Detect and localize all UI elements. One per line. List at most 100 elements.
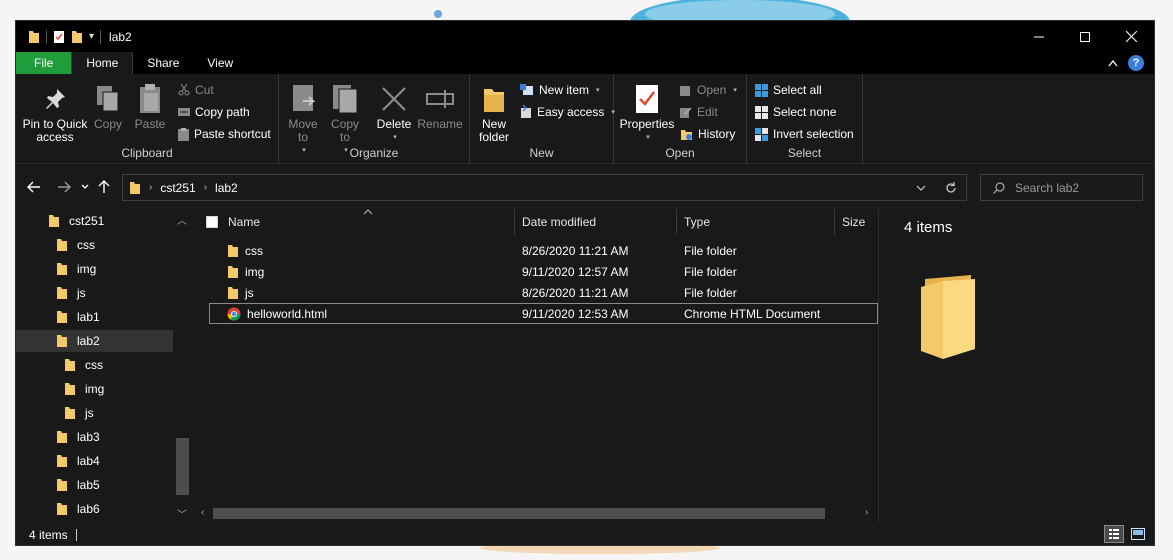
address-dropdown-button[interactable] — [906, 185, 936, 191]
column-header-name[interactable]: Name — [221, 209, 515, 235]
column-header-size[interactable]: Size — [835, 209, 878, 235]
breadcrumb-cst251[interactable]: cst251 — [160, 181, 195, 195]
tree-item-label: css — [77, 238, 95, 252]
recent-locations-button[interactable] — [78, 173, 92, 201]
tree-item-lab3[interactable]: lab3 — [56, 426, 100, 448]
search-icon — [993, 181, 1005, 194]
clipboard-group: Pin to Quick access Copy Paste Cut Copy … — [16, 74, 279, 164]
tree-item-lab6[interactable]: lab6 — [56, 498, 100, 520]
tree-item-lab1[interactable]: lab1 — [56, 306, 100, 328]
paste-shortcut-button[interactable]: Paste shortcut — [178, 125, 271, 143]
toolbar-divider — [46, 29, 47, 44]
history-button[interactable]: History — [680, 125, 735, 143]
tree-item-cst251[interactable]: cst251 — [48, 210, 104, 232]
invert-selection-label: Invert selection — [773, 127, 854, 141]
edit-button[interactable]: Edit — [680, 103, 718, 121]
copy-path-button[interactable]: Copy path — [178, 103, 250, 121]
collapse-ribbon-icon[interactable] — [1108, 59, 1118, 67]
file-row-img[interactable]: img 9/11/2020 12:57 AM File folder — [209, 261, 878, 282]
file-row-css[interactable]: css 8/26/2020 11:21 AM File folder — [209, 240, 878, 261]
maximize-button[interactable] — [1062, 21, 1108, 52]
folder-icon — [57, 335, 67, 347]
close-button[interactable] — [1108, 21, 1154, 52]
file-row-helloworld[interactable]: helloworld.html 9/11/2020 12:53 AM Chrom… — [209, 303, 878, 324]
scroll-down-icon[interactable]: ﹀ — [177, 506, 187, 521]
rename-button[interactable]: Rename — [417, 82, 463, 131]
back-button[interactable] — [20, 173, 48, 201]
tree-item-lab5[interactable]: lab5 — [56, 474, 100, 496]
scroll-up-icon[interactable]: ︿ — [177, 212, 187, 227]
up-button[interactable] — [92, 173, 116, 201]
file-name-cell: img — [227, 261, 264, 282]
file-date: 8/26/2020 11:21 AM — [522, 243, 629, 258]
address-bar[interactable]: › cst251 › lab2 — [122, 174, 967, 201]
pin-icon — [46, 89, 65, 109]
open-button[interactable]: Open ▾ — [680, 81, 737, 99]
tree-item-lab2[interactable]: lab2 — [56, 330, 100, 352]
column-header-type[interactable]: Type — [677, 209, 835, 235]
invert-selection-button[interactable]: Invert selection — [755, 125, 854, 143]
new-folder-icon[interactable] — [71, 30, 83, 44]
tab-home[interactable]: Home — [71, 52, 134, 74]
new-item-button[interactable]: New item ▾ — [520, 81, 600, 99]
forward-button[interactable] — [50, 173, 78, 201]
select-none-button[interactable]: Select none — [755, 103, 836, 121]
file-list: Name Date modified Type Size css 8/26/20… — [191, 209, 878, 522]
paste-button[interactable]: Paste — [133, 82, 167, 131]
tree-item-lab2-img[interactable]: img — [64, 378, 104, 400]
tree-item-lab4[interactable]: lab4 — [56, 450, 100, 472]
select-all-label: Select all — [773, 83, 822, 97]
open-icon — [680, 86, 690, 96]
tree-item-js[interactable]: js — [56, 282, 86, 304]
delete-button[interactable]: Delete ▾ — [375, 82, 413, 144]
tree-item-label: img — [85, 382, 105, 396]
filelist-horizontal-scrollbar[interactable]: ‹ › — [199, 505, 876, 522]
help-icon[interactable]: ? — [1128, 55, 1144, 71]
breadcrumb-lab2[interactable]: lab2 — [215, 181, 238, 195]
properties-button[interactable]: Properties ▾ — [618, 82, 676, 144]
copy-button[interactable]: Copy — [92, 82, 124, 131]
column-header-date[interactable]: Date modified — [515, 209, 677, 235]
new-folder-button[interactable]: New folder — [474, 82, 514, 144]
file-date: 9/11/2020 12:57 AM — [522, 264, 629, 279]
navpane-scrollbar[interactable]: ︿ ﹀ — [174, 209, 191, 522]
search-box[interactable] — [980, 174, 1143, 201]
tab-file[interactable]: File — [16, 52, 72, 74]
easy-access-button[interactable]: Easy access ▾ — [520, 103, 615, 121]
search-input[interactable] — [1015, 180, 1135, 195]
tree-item-lab2-js[interactable]: js — [64, 402, 94, 424]
details-view-button[interactable] — [1104, 525, 1124, 543]
properties-icon[interactable] — [53, 30, 65, 44]
large-icons-view-button[interactable] — [1128, 525, 1148, 543]
file-name: css — [245, 243, 263, 258]
tree-item-css[interactable]: css — [56, 234, 95, 256]
copy-icon — [97, 86, 119, 112]
select-all-button[interactable]: Select all — [755, 81, 822, 99]
scroll-left-icon[interactable]: ‹ — [201, 507, 204, 518]
navpane-scrollbar-thumb[interactable] — [176, 438, 189, 495]
up-arrow-icon — [98, 180, 110, 193]
cut-button[interactable]: Cut — [178, 81, 214, 99]
minimize-button[interactable] — [1016, 21, 1062, 52]
edit-icon — [680, 107, 692, 118]
tab-share[interactable]: Share — [133, 52, 193, 74]
tree-item-img[interactable]: img — [56, 258, 96, 280]
refresh-button[interactable] — [936, 181, 966, 194]
file-explorer-window: ▾ lab2 File Home Share View ? Pin to Qui… — [15, 20, 1155, 546]
paste-icon — [140, 84, 160, 113]
customize-toolbar-icon[interactable]: ▾ — [89, 31, 94, 42]
pin-to-quick-access-button[interactable]: Pin to Quick access — [22, 82, 88, 144]
folder-icon — [57, 263, 67, 275]
folder-icon — [228, 244, 238, 257]
tab-view[interactable]: View — [193, 52, 247, 74]
chrome-icon — [227, 307, 241, 320]
file-row-js[interactable]: js 8/26/2020 11:21 AM File folder — [209, 282, 878, 303]
tree-item-label: cst251 — [69, 214, 105, 228]
select-all-checkbox[interactable] — [206, 216, 218, 228]
pin-label: Pin to Quick access — [22, 117, 88, 144]
tree-item-label: img — [77, 262, 97, 276]
horizontal-scrollbar-thumb[interactable] — [213, 508, 825, 519]
tree-item-lab2-css[interactable]: css — [64, 354, 103, 376]
scroll-right-icon[interactable]: › — [865, 507, 868, 518]
large-icons-view-icon — [1131, 528, 1145, 540]
